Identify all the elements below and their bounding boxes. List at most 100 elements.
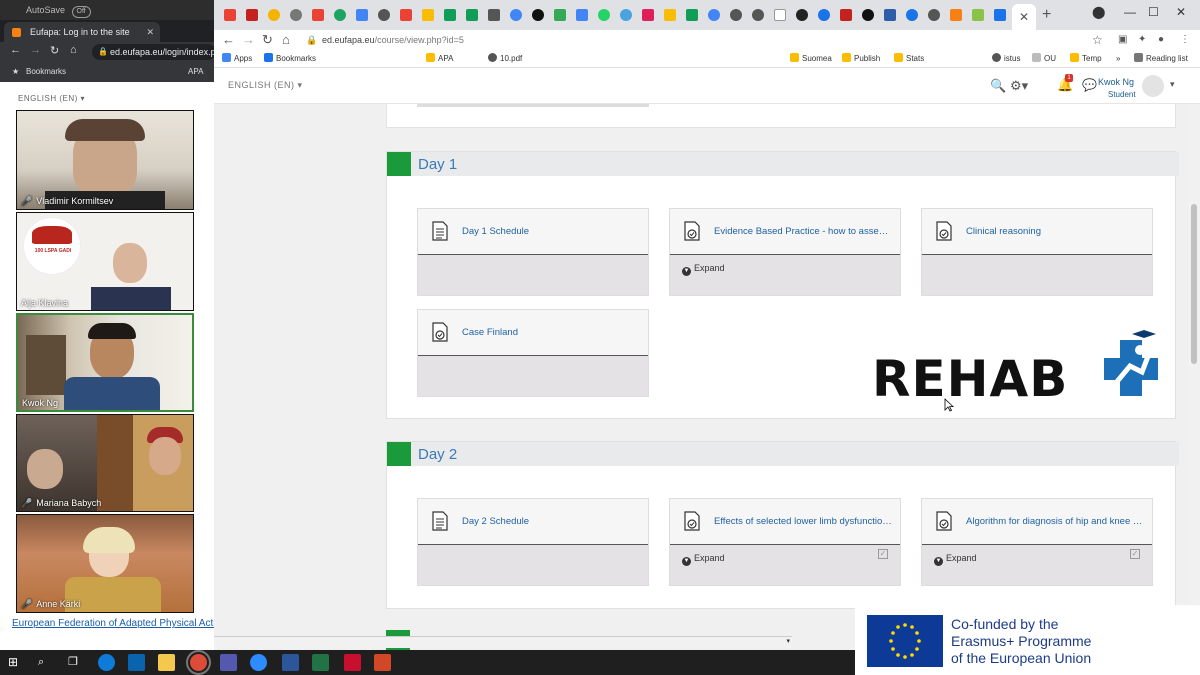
search-icon[interactable]: 🔍 (990, 78, 1006, 94)
activity-card[interactable]: Algorithm for diagnosis of hip and knee … (921, 498, 1153, 586)
forward-icon[interactable]: → (242, 30, 255, 50)
file-explorer-icon[interactable] (158, 654, 175, 671)
tab-icon[interactable] (840, 9, 852, 21)
windows-start-icon[interactable]: ⊞ (8, 654, 25, 671)
search-icon[interactable]: ⌕ (38, 654, 55, 671)
drive-tab-icon[interactable] (664, 9, 676, 21)
drive-tab-icon[interactable] (422, 9, 434, 21)
new-tab-icon[interactable]: + (1042, 4, 1051, 26)
activity-link[interactable]: Case Finland (462, 327, 640, 338)
sheets-tab-icon[interactable] (466, 9, 478, 21)
tab-icon[interactable] (532, 9, 544, 21)
tab-icon[interactable] (334, 9, 346, 21)
reload-icon[interactable]: ↻ (50, 44, 59, 57)
gmail-tab-icon[interactable] (246, 9, 258, 21)
tab-icon[interactable] (620, 9, 632, 21)
left-bookmarks-label[interactable]: Bookmarks (26, 67, 66, 76)
bookmark-temp[interactable]: Temp (1070, 50, 1102, 68)
bookmark-apa[interactable]: APA (188, 62, 203, 82)
gear-icon[interactable]: ⚙▾ (1010, 78, 1028, 94)
word-icon[interactable] (282, 654, 299, 671)
activity-card[interactable]: Effects of selected lower limb dysfuncti… (669, 498, 901, 586)
teams-icon[interactable] (220, 654, 237, 671)
activity-link[interactable]: Effects of selected lower limb dysfuncti… (714, 516, 892, 527)
video-tile[interactable]: 🎤 Anne Kärki (16, 514, 194, 613)
google-tab-icon[interactable] (708, 9, 720, 21)
drive-tab-icon[interactable] (576, 9, 588, 21)
tab-icon[interactable] (884, 9, 896, 21)
tab-icon[interactable] (554, 9, 566, 21)
back-icon[interactable]: ← (10, 44, 21, 56)
puzzle-icon[interactable]: ✦ (1138, 30, 1146, 50)
chevron-down-icon[interactable]: ▾ (1170, 79, 1175, 90)
completion-checkbox[interactable]: ✓ (878, 549, 888, 559)
tab-icon[interactable] (862, 9, 874, 21)
forward-icon[interactable]: → (30, 44, 41, 56)
bookmark-10pdf[interactable]: 10.pdf (488, 50, 522, 68)
gmail-tab-icon[interactable] (312, 9, 324, 21)
acrobat-icon[interactable] (344, 654, 361, 671)
home-icon[interactable]: ⌂ (70, 44, 77, 56)
profile-icon[interactable]: ⬤ (1092, 2, 1105, 22)
bookmark-istus[interactable]: istus (992, 50, 1020, 68)
gmail-tab-icon[interactable] (224, 9, 236, 21)
video-tile[interactable]: 100 LSPA GADI Aija Klavina (16, 212, 194, 311)
bookmark-ou[interactable]: OU (1032, 50, 1056, 68)
expand-toggle[interactable]: ▼ Expand (682, 553, 725, 566)
chrome-icon[interactable] (186, 650, 211, 675)
video-tile[interactable]: 🎤 Vladimir Kormiltsev (16, 110, 194, 210)
google-tab-icon[interactable] (510, 9, 522, 21)
chat-icon[interactable]: 💬 (1082, 78, 1097, 92)
maximize-icon[interactable]: ☐ (1148, 2, 1159, 22)
sheets-tab-icon[interactable] (686, 9, 698, 21)
close-icon[interactable]: ✕ (146, 22, 154, 42)
edge-icon[interactable] (98, 654, 115, 671)
activity-link[interactable]: Day 2 Schedule (462, 516, 640, 527)
task-view-icon[interactable]: ❐ (68, 654, 85, 671)
activity-card[interactable]: Day 1 Schedule (417, 208, 649, 296)
extension-icon[interactable]: ▣ (1118, 30, 1127, 50)
left-tab-login[interactable]: Eufapa: Log in to the site ✕ (4, 22, 160, 42)
tab-icon[interactable] (290, 9, 302, 21)
activity-link[interactable]: Clinical reasoning (966, 226, 1144, 237)
minimize-icon[interactable]: — (1124, 2, 1136, 22)
bookmark-apps[interactable]: Apps (222, 50, 252, 68)
activity-link[interactable]: Algorithm for diagnosis of hip and knee … (966, 516, 1144, 527)
lock-icon[interactable]: 🔒 (306, 30, 317, 50)
user-name[interactable]: Kwok Ng (1098, 77, 1134, 87)
avatar[interactable] (1142, 75, 1164, 97)
scroll-thumb[interactable] (1191, 204, 1197, 364)
reading-list[interactable]: Reading list (1134, 50, 1188, 68)
tab-icon[interactable] (268, 9, 280, 21)
tab-icon[interactable] (818, 9, 830, 21)
expand-toggle[interactable]: ▼ Expand (682, 263, 725, 276)
bookmark-apa[interactable]: APA (426, 50, 453, 68)
scroll-right-arrow-icon[interactable]: ▾ (786, 637, 790, 645)
gmail-tab-icon[interactable] (400, 9, 412, 21)
bookmark-stats[interactable]: Stats (894, 50, 924, 68)
section-title[interactable]: Day 1 (418, 156, 457, 173)
bookmark-publish[interactable]: Publish (842, 50, 880, 68)
tab-icon[interactable] (906, 9, 918, 21)
powerpoint-icon[interactable] (374, 654, 391, 671)
video-tile-active-speaker[interactable]: Kwok Ng (16, 313, 194, 412)
more-bookmarks-icon[interactable]: » (1116, 50, 1120, 68)
home-icon[interactable]: ⌂ (282, 30, 290, 50)
menu-icon[interactable]: ⋮ (1180, 30, 1190, 50)
video-tile[interactable]: 🎤 Mariana Babych (16, 414, 194, 512)
reload-icon[interactable]: ↻ (262, 30, 273, 50)
activity-card[interactable]: Day 2 Schedule (417, 498, 649, 586)
back-icon[interactable]: ← (222, 30, 235, 50)
eufapa-footer-link[interactable]: European Federation of Adapted Physical … (12, 618, 230, 629)
close-tab-icon[interactable]: ✕ (1019, 10, 1029, 24)
tab-icon[interactable] (356, 9, 368, 21)
activity-link[interactable]: Evidence Based Practice - how to assess … (714, 226, 892, 237)
account-icon[interactable]: ● (1158, 30, 1164, 50)
tab-icon[interactable] (752, 9, 764, 21)
activity-card[interactable]: Clinical reasoning (921, 208, 1153, 296)
url-field[interactable]: ed.eufapa.eu/course/view.php?id=5 (322, 30, 464, 50)
activity-card[interactable]: Case Finland (417, 309, 649, 397)
whatsapp-tab-icon[interactable] (598, 9, 610, 21)
tab-icon[interactable] (950, 9, 962, 21)
language-menu[interactable]: ENGLISH (EN) ▾ (228, 80, 303, 91)
